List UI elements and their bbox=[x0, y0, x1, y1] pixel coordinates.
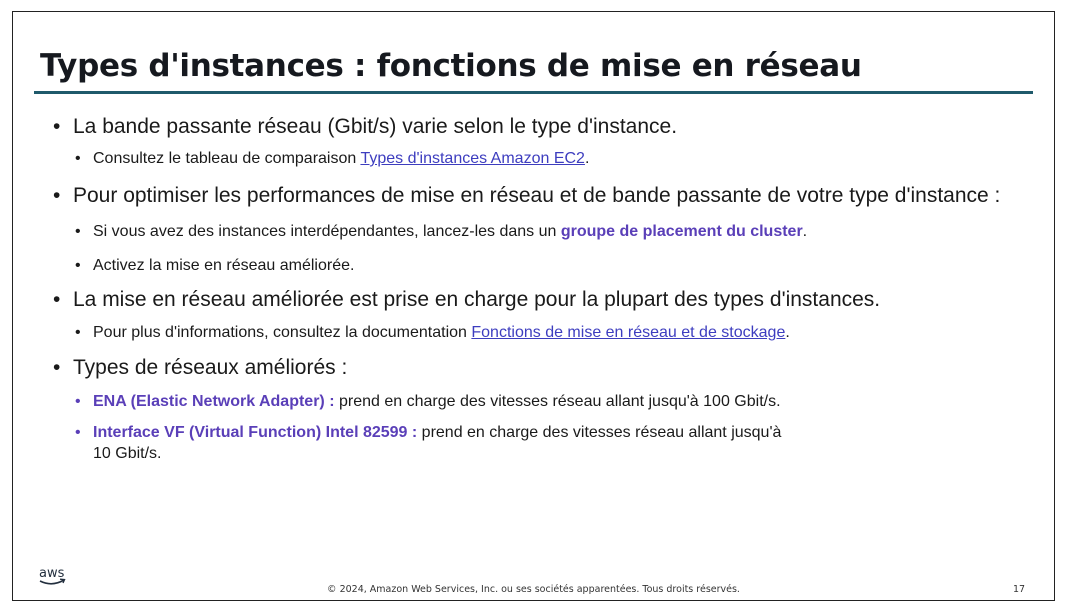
bullet-optimize-performance: Pour optimiser les performances de mise … bbox=[50, 183, 1010, 209]
highlight-intel-vf: Interface VF (Virtual Function) Intel 82… bbox=[93, 424, 418, 441]
slide-title: Types d'instances : fonctions de mise en… bbox=[40, 48, 862, 84]
bullet-enhanced-support: La mise en réseau améliorée est prise en… bbox=[50, 287, 1010, 313]
bullet-text: La bande passante réseau (Gbit/s) varie … bbox=[73, 115, 678, 138]
sub-bullet-documentation: • Pour plus d'informations, consultez la… bbox=[50, 322, 1010, 343]
highlight-cluster-placement-group: groupe de placement du cluster bbox=[560, 223, 803, 240]
sub-bullet-tail: . bbox=[785, 324, 790, 341]
bullet-text: Pour optimiser les performances de mise … bbox=[73, 184, 1001, 207]
bullet-text: Types de réseaux améliorés : bbox=[73, 356, 348, 379]
sub-bullet-comparison-table: • Consultez le tableau de comparaison Ty… bbox=[50, 148, 1010, 169]
sub-bullet-text: Pour plus d'informations, consultez la d… bbox=[93, 324, 472, 341]
sub-bullet-enhanced-networking: • Activez la mise en réseau améliorée. bbox=[50, 255, 1010, 276]
copyright-footer: © 2024, Amazon Web Services, Inc. ou ses… bbox=[327, 584, 740, 595]
slide-content: La bande passante réseau (Gbit/s) varie … bbox=[50, 114, 1010, 464]
sub-bullet-text: Activez la mise en réseau améliorée. bbox=[93, 257, 355, 274]
sub-bullet-tail: . bbox=[584, 150, 590, 167]
sub-bullet-tail: . bbox=[802, 223, 808, 240]
sub-bullet-text: Si vous avez des instances interdépendan… bbox=[93, 223, 561, 240]
sub-bullet-text: Consultez le tableau de comparaison bbox=[93, 150, 361, 167]
bullet-dot: • bbox=[75, 393, 81, 410]
title-underline bbox=[34, 91, 1033, 94]
highlight-ena: ENA (Elastic Network Adapter) : bbox=[93, 393, 335, 410]
bullet-dot: • bbox=[75, 324, 81, 341]
bullet-dot: • bbox=[75, 257, 81, 274]
bullet-text: La mise en réseau améliorée est prise en… bbox=[73, 288, 881, 311]
sub-bullet-placement-group: • Si vous avez des instances interdépend… bbox=[50, 221, 1010, 242]
sub-bullet-tail-line2: 10 Gbit/s. bbox=[93, 445, 162, 462]
page-number: 17 bbox=[1013, 584, 1026, 595]
bullet-dot: • bbox=[75, 223, 81, 240]
sub-bullet-ena: • ENA (Elastic Network Adapter) : prend … bbox=[50, 391, 1010, 412]
link-networking-storage-features[interactable]: Fonctions de mise en réseau et de stocka… bbox=[471, 324, 785, 341]
link-ec2-instance-types[interactable]: Types d'instances Amazon EC2 bbox=[360, 150, 585, 167]
bullet-bandwidth: La bande passante réseau (Gbit/s) varie … bbox=[50, 114, 1010, 140]
bullet-dot: • bbox=[75, 424, 81, 441]
bullet-dot: • bbox=[75, 150, 81, 167]
sub-bullet-intel-vf: • Interface VF (Virtual Function) Intel … bbox=[50, 422, 1010, 464]
sub-bullet-tail: prend en charge des vitesses réseau alla… bbox=[334, 393, 781, 410]
sub-bullet-tail: prend en charge des vitesses réseau alla… bbox=[417, 424, 782, 441]
bullet-enhanced-network-types: Types de réseaux améliorés : bbox=[50, 355, 1010, 381]
